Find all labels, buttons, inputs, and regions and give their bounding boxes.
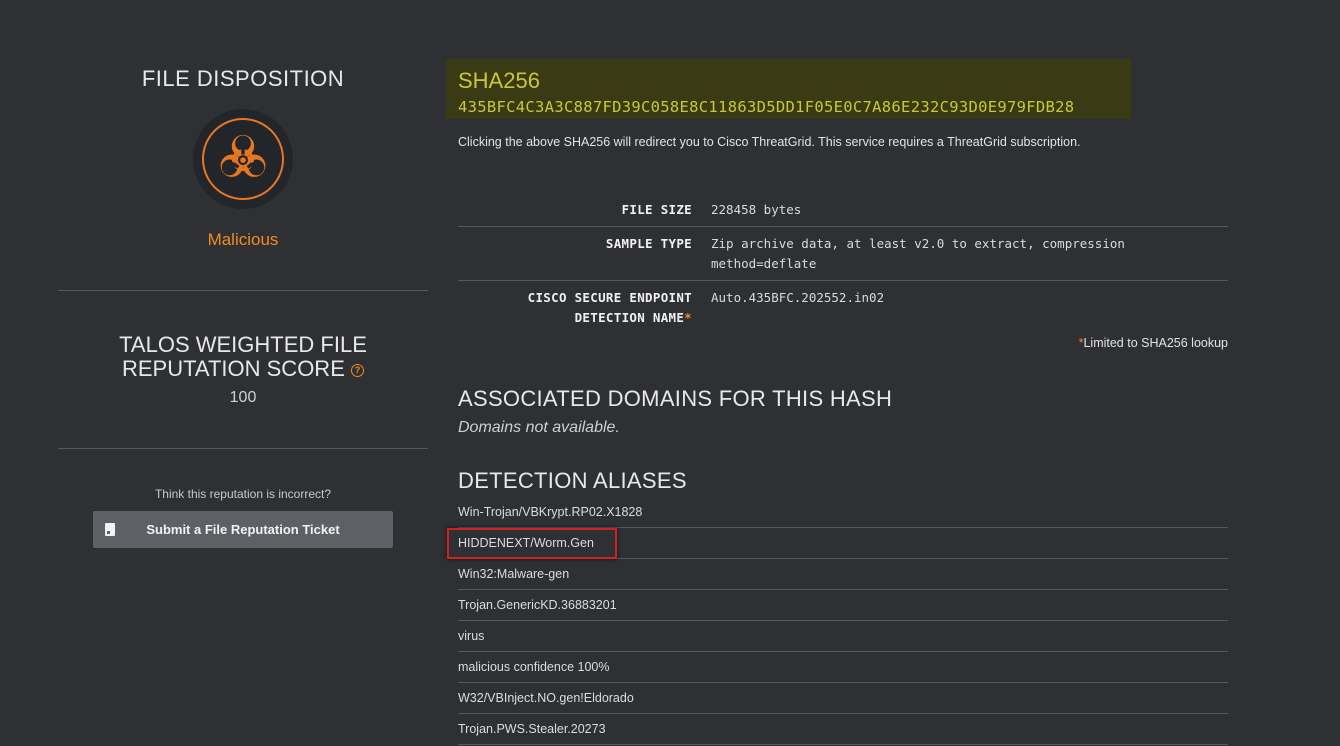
highlight-annotation	[447, 528, 617, 559]
submit-ticket-button[interactable]: Submit a File Reputation Ticket	[93, 511, 393, 548]
limit-note-text: Limited to SHA256 lookup	[1083, 336, 1228, 350]
disposition-badge	[193, 109, 293, 209]
biohazard-icon	[220, 134, 266, 177]
disposition-value: Malicious	[207, 230, 279, 249]
detection-key-line1: CISCO SECURE ENDPOINT	[527, 290, 692, 305]
submit-ticket-label: Submit a File Reputation Ticket	[146, 522, 340, 537]
list-item: virus	[458, 621, 1228, 652]
asterisk: *	[684, 310, 692, 325]
divider	[58, 290, 428, 291]
aliases-title: DETECTION ALIASES	[458, 468, 687, 493]
table-row: CISCO SECURE ENDPOINT DETECTION NAME* Au…	[458, 281, 1228, 334]
disposition-title: FILE DISPOSITION	[141, 66, 345, 91]
sha256-link[interactable]: SHA256 435BFC4C3A3C887FD39C058E8C11863D5…	[446, 59, 1131, 119]
table-row: SAMPLE TYPE Zip archive data, at least v…	[458, 227, 1228, 281]
divider	[58, 448, 428, 449]
list-item: Trojan.GenericKD.36883201	[458, 590, 1228, 621]
incorrect-prompt: Think this reputation is incorrect?	[154, 487, 332, 501]
detection-key-line2: DETECTION NAME	[574, 310, 685, 325]
detection-name-key: CISCO SECURE ENDPOINT DETECTION NAME*	[458, 288, 692, 328]
table-row: FILE SIZE 228458 bytes	[458, 193, 1228, 227]
domains-empty-text: Domains not available.	[458, 419, 620, 436]
sha256-value: 435BFC4C3A3C887FD39C058E8C11863D5DD1F05E…	[458, 98, 1075, 116]
sample-type-key: SAMPLE TYPE	[605, 236, 692, 251]
file-info-table: FILE SIZE 228458 bytes SAMPLE TYPE Zip a…	[458, 193, 1228, 334]
reputation-title: TALOS WEIGHTED FILE REPUTATION SCORE ?	[58, 333, 428, 381]
list-item: Win32:Malware-gen	[458, 559, 1228, 590]
help-icon[interactable]: ?	[351, 364, 364, 377]
sha256-note: Clicking the above SHA256 will redirect …	[458, 135, 1081, 149]
reputation-title-text: TALOS WEIGHTED FILE REPUTATION SCORE	[119, 332, 367, 381]
list-item: Trojan.PWS.Stealer.20273	[458, 714, 1228, 745]
detection-name-value: Auto.435BFC.202552.in02	[711, 290, 885, 305]
list-item: W32/VBInject.NO.gen!Eldorado	[458, 683, 1228, 714]
sha256-label: SHA256	[458, 68, 540, 93]
limit-note: *Limited to SHA256 lookup	[1079, 336, 1228, 350]
reputation-score: 100	[229, 389, 257, 406]
list-item: malicious confidence 100%	[458, 652, 1228, 683]
list-item: Win-Trojan/VBKrypt.RP02.X1828	[458, 497, 1228, 528]
sample-type-value: Zip archive data, at least v2.0 to extra…	[711, 236, 1125, 271]
file-size-key: FILE SIZE	[621, 202, 692, 217]
document-icon	[105, 523, 115, 536]
domains-title: ASSOCIATED DOMAINS FOR THIS HASH	[458, 386, 893, 411]
file-size-value: 228458 bytes	[711, 202, 802, 217]
